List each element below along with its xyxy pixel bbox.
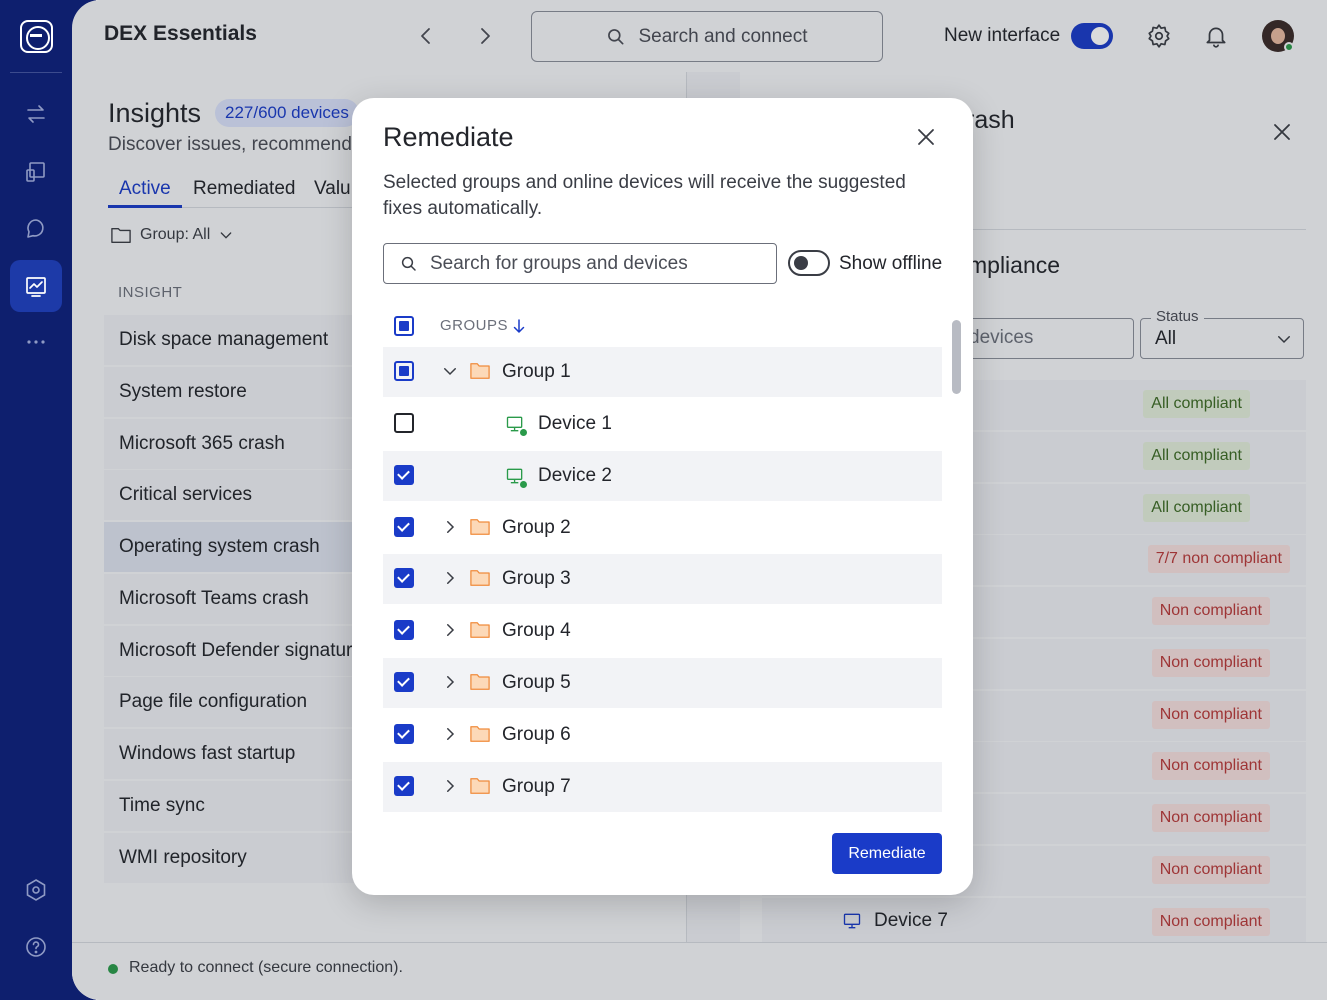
- folder-icon: [470, 674, 490, 690]
- folder-icon: [470, 726, 490, 742]
- show-offline-label: Show offline: [839, 253, 943, 274]
- group-name: Group 7: [502, 776, 571, 797]
- connect-icon: [27, 105, 45, 123]
- row-checkbox[interactable]: [394, 776, 414, 796]
- group-name: Group 6: [502, 724, 571, 745]
- dialog-title: Remediate: [383, 122, 514, 152]
- row-checkbox[interactable]: [394, 465, 414, 485]
- remediate-button[interactable]: Remediate: [832, 833, 942, 874]
- remediate-dialog: Remediate Selected groups and online dev…: [352, 98, 973, 895]
- chevron-right-icon[interactable]: [441, 518, 459, 536]
- list-scrollbar[interactable]: [952, 320, 961, 394]
- group-name: Group 2: [502, 517, 571, 538]
- chevron-right-icon[interactable]: [441, 621, 459, 639]
- row-checkbox[interactable]: [394, 413, 414, 433]
- more-icon: [27, 340, 45, 344]
- insights-icon: [26, 277, 46, 297]
- row-checkbox[interactable]: [394, 568, 414, 588]
- settings-icon: [26, 879, 46, 901]
- tree-row-group[interactable]: Group 1: [383, 347, 942, 397]
- folder-icon: [470, 519, 490, 535]
- close-icon[interactable]: [914, 125, 938, 149]
- group-name: Group 3: [502, 568, 571, 589]
- chat-icon: [27, 219, 44, 238]
- rail-item-connect[interactable]: [10, 88, 62, 140]
- row-checkbox[interactable]: [394, 724, 414, 744]
- folder-icon: [470, 778, 490, 794]
- tree-row-group[interactable]: Group 4: [383, 606, 942, 656]
- row-checkbox[interactable]: [394, 620, 414, 640]
- tree-row-group[interactable]: Group 5: [383, 658, 942, 708]
- folder-icon: [470, 570, 490, 586]
- dialog-description: Selected groups and online devices will …: [383, 172, 906, 219]
- chevron-right-icon[interactable]: [441, 777, 459, 795]
- folder-icon: [470, 622, 490, 638]
- chevron-right-icon[interactable]: [441, 569, 459, 587]
- chevron-right-icon[interactable]: [441, 673, 459, 691]
- rail-item-help[interactable]: [10, 921, 62, 973]
- tree-row-group[interactable]: Group 3: [383, 554, 942, 604]
- rail-item-more[interactable]: [10, 316, 62, 368]
- group-device-search-input[interactable]: Search for groups and devices: [383, 243, 777, 284]
- folder-icon: [470, 363, 490, 379]
- sort-down-icon[interactable]: [510, 316, 528, 336]
- select-all-checkbox[interactable]: [394, 316, 414, 336]
- show-offline-toggle[interactable]: [788, 250, 830, 276]
- teamviewer-logo-icon[interactable]: [20, 20, 53, 53]
- search-placeholder: Search for groups and devices: [430, 252, 688, 274]
- rail-item-insights[interactable]: [10, 260, 62, 312]
- device-name: Device 2: [538, 465, 612, 486]
- rail-item-settings[interactable]: [10, 864, 62, 916]
- groups-header-row: GROUPS: [383, 308, 942, 344]
- device-name: Device 1: [538, 413, 612, 434]
- devices-icon: [26, 162, 45, 182]
- tree-row-device[interactable]: Device 1: [383, 399, 942, 449]
- rail-item-chat[interactable]: [10, 203, 62, 255]
- tree-row-group[interactable]: Group 2: [383, 503, 942, 553]
- computer-icon: [505, 414, 527, 436]
- rail-item-devices[interactable]: [10, 146, 62, 198]
- help-icon: [26, 937, 46, 957]
- computer-icon: [505, 466, 527, 488]
- tree-row-device[interactable]: Device 2: [383, 451, 942, 501]
- group-name: Group 1: [502, 361, 571, 382]
- row-checkbox[interactable]: [394, 517, 414, 537]
- chevron-right-icon[interactable]: [441, 725, 459, 743]
- tree-row-group[interactable]: Group 7: [383, 762, 942, 812]
- row-checkbox[interactable]: [394, 672, 414, 692]
- groups-column-header[interactable]: GROUPS: [440, 317, 508, 334]
- search-icon: [401, 256, 416, 271]
- group-name: Group 4: [502, 620, 571, 641]
- tree-row-group[interactable]: Group 6: [383, 710, 942, 760]
- group-name: Group 5: [502, 672, 571, 693]
- chevron-down-icon[interactable]: [441, 362, 459, 380]
- rail-divider: [10, 72, 62, 73]
- row-checkbox[interactable]: [394, 361, 414, 381]
